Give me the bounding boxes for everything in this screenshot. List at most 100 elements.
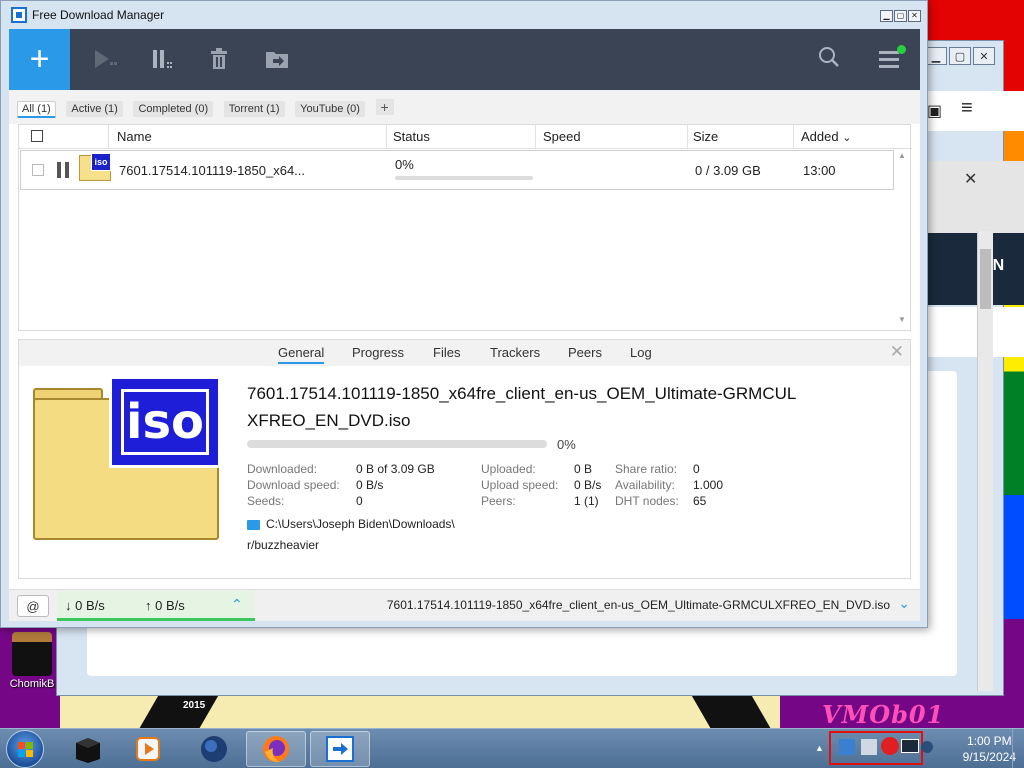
tab-general[interactable]: General bbox=[278, 345, 325, 364]
tray-fdm-icon[interactable] bbox=[839, 739, 855, 755]
filter-active[interactable]: Active (1) bbox=[66, 101, 123, 117]
bg-maximize-button[interactable]: ▢ bbox=[949, 47, 971, 65]
folder-move-icon bbox=[266, 52, 288, 68]
scroll-down-icon[interactable]: ▼ bbox=[898, 315, 906, 324]
pause-button[interactable] bbox=[145, 43, 181, 75]
filter-youtube[interactable]: YouTube (0) bbox=[295, 101, 365, 117]
column-added[interactable]: Added ⌄ bbox=[801, 129, 851, 144]
extension-icon[interactable]: ▣ bbox=[927, 101, 942, 121]
tray-network-icon[interactable] bbox=[861, 739, 877, 755]
add-download-button[interactable]: + bbox=[9, 29, 70, 90]
tray-expand-icon[interactable]: ▲ bbox=[815, 743, 824, 753]
add-filter-button[interactable]: + bbox=[375, 99, 394, 115]
stat-peers-label: Peers: bbox=[481, 494, 516, 508]
tab-progress[interactable]: Progress bbox=[352, 345, 404, 360]
taskbar-clock[interactable]: 1:00 PM 9/15/2024 bbox=[963, 733, 1016, 765]
speed-summary[interactable]: ↓ 0 B/s ↑ 0 B/s ⌃ bbox=[57, 591, 255, 621]
play-icon bbox=[95, 50, 117, 68]
main-menu-button[interactable] bbox=[875, 45, 906, 73]
filter-bar: All (1) Active (1) Completed (0) Torrent… bbox=[9, 90, 920, 124]
desktop-icon-chomikbox[interactable]: ChomikB bbox=[4, 632, 60, 690]
row-progress-bar bbox=[395, 176, 533, 180]
chevron-up-icon[interactable]: ⌃ bbox=[231, 596, 243, 613]
close-button[interactable]: ✕ bbox=[908, 10, 921, 22]
select-all-checkbox[interactable] bbox=[31, 130, 43, 142]
downloads-table: Name Status Speed Size Added ⌄ iso 7601.… bbox=[18, 124, 912, 331]
bg-minimize-button[interactable]: ▁ bbox=[925, 47, 947, 65]
tray-monitor-icon[interactable] bbox=[901, 739, 919, 753]
start-button[interactable] bbox=[6, 730, 44, 768]
table-scrollbar[interactable]: ▲ ▼ bbox=[894, 149, 910, 330]
delete-button[interactable] bbox=[201, 43, 237, 75]
taskbar-media-player[interactable] bbox=[118, 731, 178, 767]
tab-peers[interactable]: Peers bbox=[568, 345, 602, 360]
status-bar: @ ↓ 0 B/s ↑ 0 B/s ⌃ 7601.17514.101119-18… bbox=[9, 589, 920, 621]
column-separator bbox=[535, 125, 536, 149]
update-indicator-dot bbox=[897, 45, 906, 54]
resume-button[interactable] bbox=[87, 43, 123, 75]
fdm-window: Free Download Manager ▁ ▢ ✕ + All (1) Ac… bbox=[0, 0, 928, 628]
column-name[interactable]: Name bbox=[117, 129, 152, 144]
row-added: 13:00 bbox=[803, 163, 836, 178]
taskbar-firefox[interactable] bbox=[246, 731, 306, 767]
window-title: Free Download Manager bbox=[32, 8, 165, 22]
stat-ulspeed-value: 0 B/s bbox=[574, 478, 602, 492]
download-title: 7601.17514.101119-1850_x64fre_client_en-… bbox=[247, 384, 797, 430]
pause-bar-left bbox=[57, 162, 61, 178]
download-path-link[interactable]: C:\Users\Joseph Biden\Downloads\ bbox=[266, 517, 455, 531]
row-status: 0% bbox=[395, 157, 414, 172]
speed-mode-button[interactable]: @ bbox=[17, 595, 49, 617]
row-checkbox[interactable] bbox=[32, 164, 44, 176]
column-status[interactable]: Status bbox=[393, 129, 430, 144]
taskbar-fdm[interactable] bbox=[310, 731, 370, 767]
menu-bar-2 bbox=[879, 58, 899, 61]
bg-close-button[interactable]: ✕ bbox=[973, 47, 995, 65]
bg-scrollbar-thumb[interactable] bbox=[980, 249, 991, 309]
column-separator bbox=[793, 125, 794, 149]
stat-seeds-value: 0 bbox=[356, 494, 363, 508]
tab-files[interactable]: Files bbox=[433, 345, 460, 360]
filter-torrent[interactable]: Torrent (1) bbox=[223, 101, 285, 117]
minimize-button[interactable]: ▁ bbox=[880, 10, 893, 22]
taskbar-globe-app[interactable] bbox=[184, 731, 244, 767]
tab-log[interactable]: Log bbox=[630, 345, 652, 360]
windows-logo-icon bbox=[18, 742, 33, 757]
show-desktop-button[interactable] bbox=[1012, 729, 1024, 768]
hamburger-icon[interactable]: ≡ bbox=[961, 97, 973, 120]
row-pause-icon[interactable] bbox=[57, 162, 71, 178]
maximize-button[interactable]: ▢ bbox=[894, 10, 907, 22]
upload-speed-total: ↑ 0 B/s bbox=[145, 598, 185, 613]
column-added-label: Added bbox=[801, 129, 839, 144]
scroll-up-icon[interactable]: ▲ bbox=[898, 151, 906, 160]
stat-uploaded-value: 0 B bbox=[574, 462, 593, 476]
move-to-folder-button[interactable] bbox=[259, 43, 295, 75]
taskbar-app-box[interactable] bbox=[58, 731, 118, 767]
close-details-icon[interactable]: ✕ bbox=[890, 342, 904, 362]
iso-badge-text: iso bbox=[121, 389, 209, 455]
stat-dht-value: 65 bbox=[693, 494, 707, 508]
tab-trackers[interactable]: Trackers bbox=[490, 345, 540, 360]
column-separator bbox=[108, 125, 109, 149]
chomikbox-icon bbox=[12, 632, 52, 676]
stat-downloaded-label: Downloaded: bbox=[247, 462, 318, 476]
download-speed-total: ↓ 0 B/s bbox=[65, 598, 105, 613]
firefox-icon bbox=[263, 736, 289, 762]
row-name: 7601.17514.101119-1850_x64... bbox=[119, 163, 306, 178]
filter-all[interactable]: All (1) bbox=[17, 101, 56, 118]
download-details-panel: General Progress Files Trackers Peers Lo… bbox=[18, 339, 911, 579]
tray-volume-icon[interactable] bbox=[921, 741, 933, 753]
title-bar[interactable]: Free Download Manager ▁ ▢ ✕ bbox=[1, 1, 927, 29]
search-button[interactable] bbox=[817, 45, 841, 71]
chevron-down-icon[interactable]: ⌄ bbox=[898, 595, 910, 612]
tray-alert-icon[interactable] bbox=[881, 737, 899, 755]
filter-completed[interactable]: Completed (0) bbox=[133, 101, 214, 117]
trash-icon bbox=[211, 48, 227, 69]
close-icon[interactable]: ✕ bbox=[964, 169, 977, 189]
snail-icon: @ bbox=[26, 598, 40, 614]
bg-scrollbar[interactable] bbox=[977, 231, 993, 691]
column-speed[interactable]: Speed bbox=[543, 129, 581, 144]
stat-peers-value: 1 (1) bbox=[574, 494, 599, 508]
column-size[interactable]: Size bbox=[693, 129, 718, 144]
stat-seeds-label: Seeds: bbox=[247, 494, 285, 508]
table-row[interactable]: iso 7601.17514.101119-1850_x64... 0% 0 /… bbox=[20, 150, 894, 190]
